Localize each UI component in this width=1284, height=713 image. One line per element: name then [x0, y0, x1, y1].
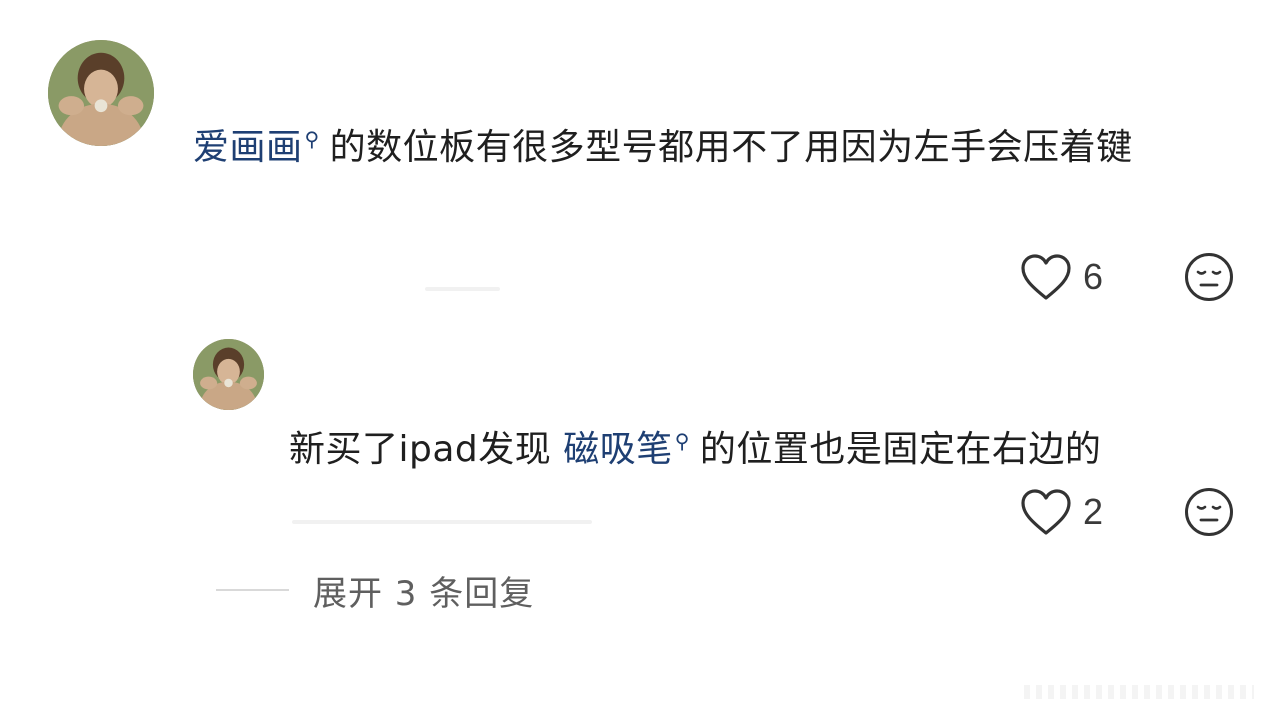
expand-replies-button[interactable]: 展开 3 条回复 — [216, 565, 534, 615]
neutral-face-icon[interactable] — [1184, 252, 1234, 302]
like-button[interactable]: 6 — [1019, 252, 1103, 302]
heart-icon — [1021, 489, 1071, 535]
comment-text: 的数位板有很多型号都用不了用因为左手会压着键 — [329, 127, 1133, 168]
search-icon[interactable]: ⚲ — [675, 410, 690, 473]
topic-link[interactable]: 磁吸笔 — [563, 429, 673, 470]
faint-divider — [425, 287, 500, 291]
comment-body: 爱画画 ⚲ 的数位板有很多型号都用不了用因为左手会压着键 — [193, 108, 1243, 179]
avatar[interactable] — [48, 40, 154, 146]
like-button[interactable]: 2 — [1019, 487, 1103, 537]
like-count: 6 — [1083, 256, 1104, 297]
neutral-face-icon[interactable] — [1184, 487, 1234, 537]
like-count: 2 — [1083, 491, 1104, 532]
search-icon[interactable]: ⚲ — [305, 108, 320, 171]
topic-link[interactable]: 爱画画 — [193, 127, 303, 168]
avatar-photo — [193, 339, 264, 410]
reply-body: 新买了ipad发现 磁吸笔 ⚲ 的位置也是固定在右边的 — [289, 410, 1249, 481]
expand-divider — [216, 589, 289, 591]
reply-text-before: 新买了ipad发现 — [289, 429, 552, 470]
avatar-photo — [48, 40, 154, 146]
avatar[interactable] — [193, 339, 264, 410]
reply-text-after: 的位置也是固定在右边的 — [699, 429, 1102, 470]
watermark — [1024, 685, 1254, 699]
faint-divider — [292, 520, 592, 524]
expand-replies-label: 展开 3 条回复 — [313, 573, 535, 614]
heart-icon — [1021, 254, 1071, 300]
